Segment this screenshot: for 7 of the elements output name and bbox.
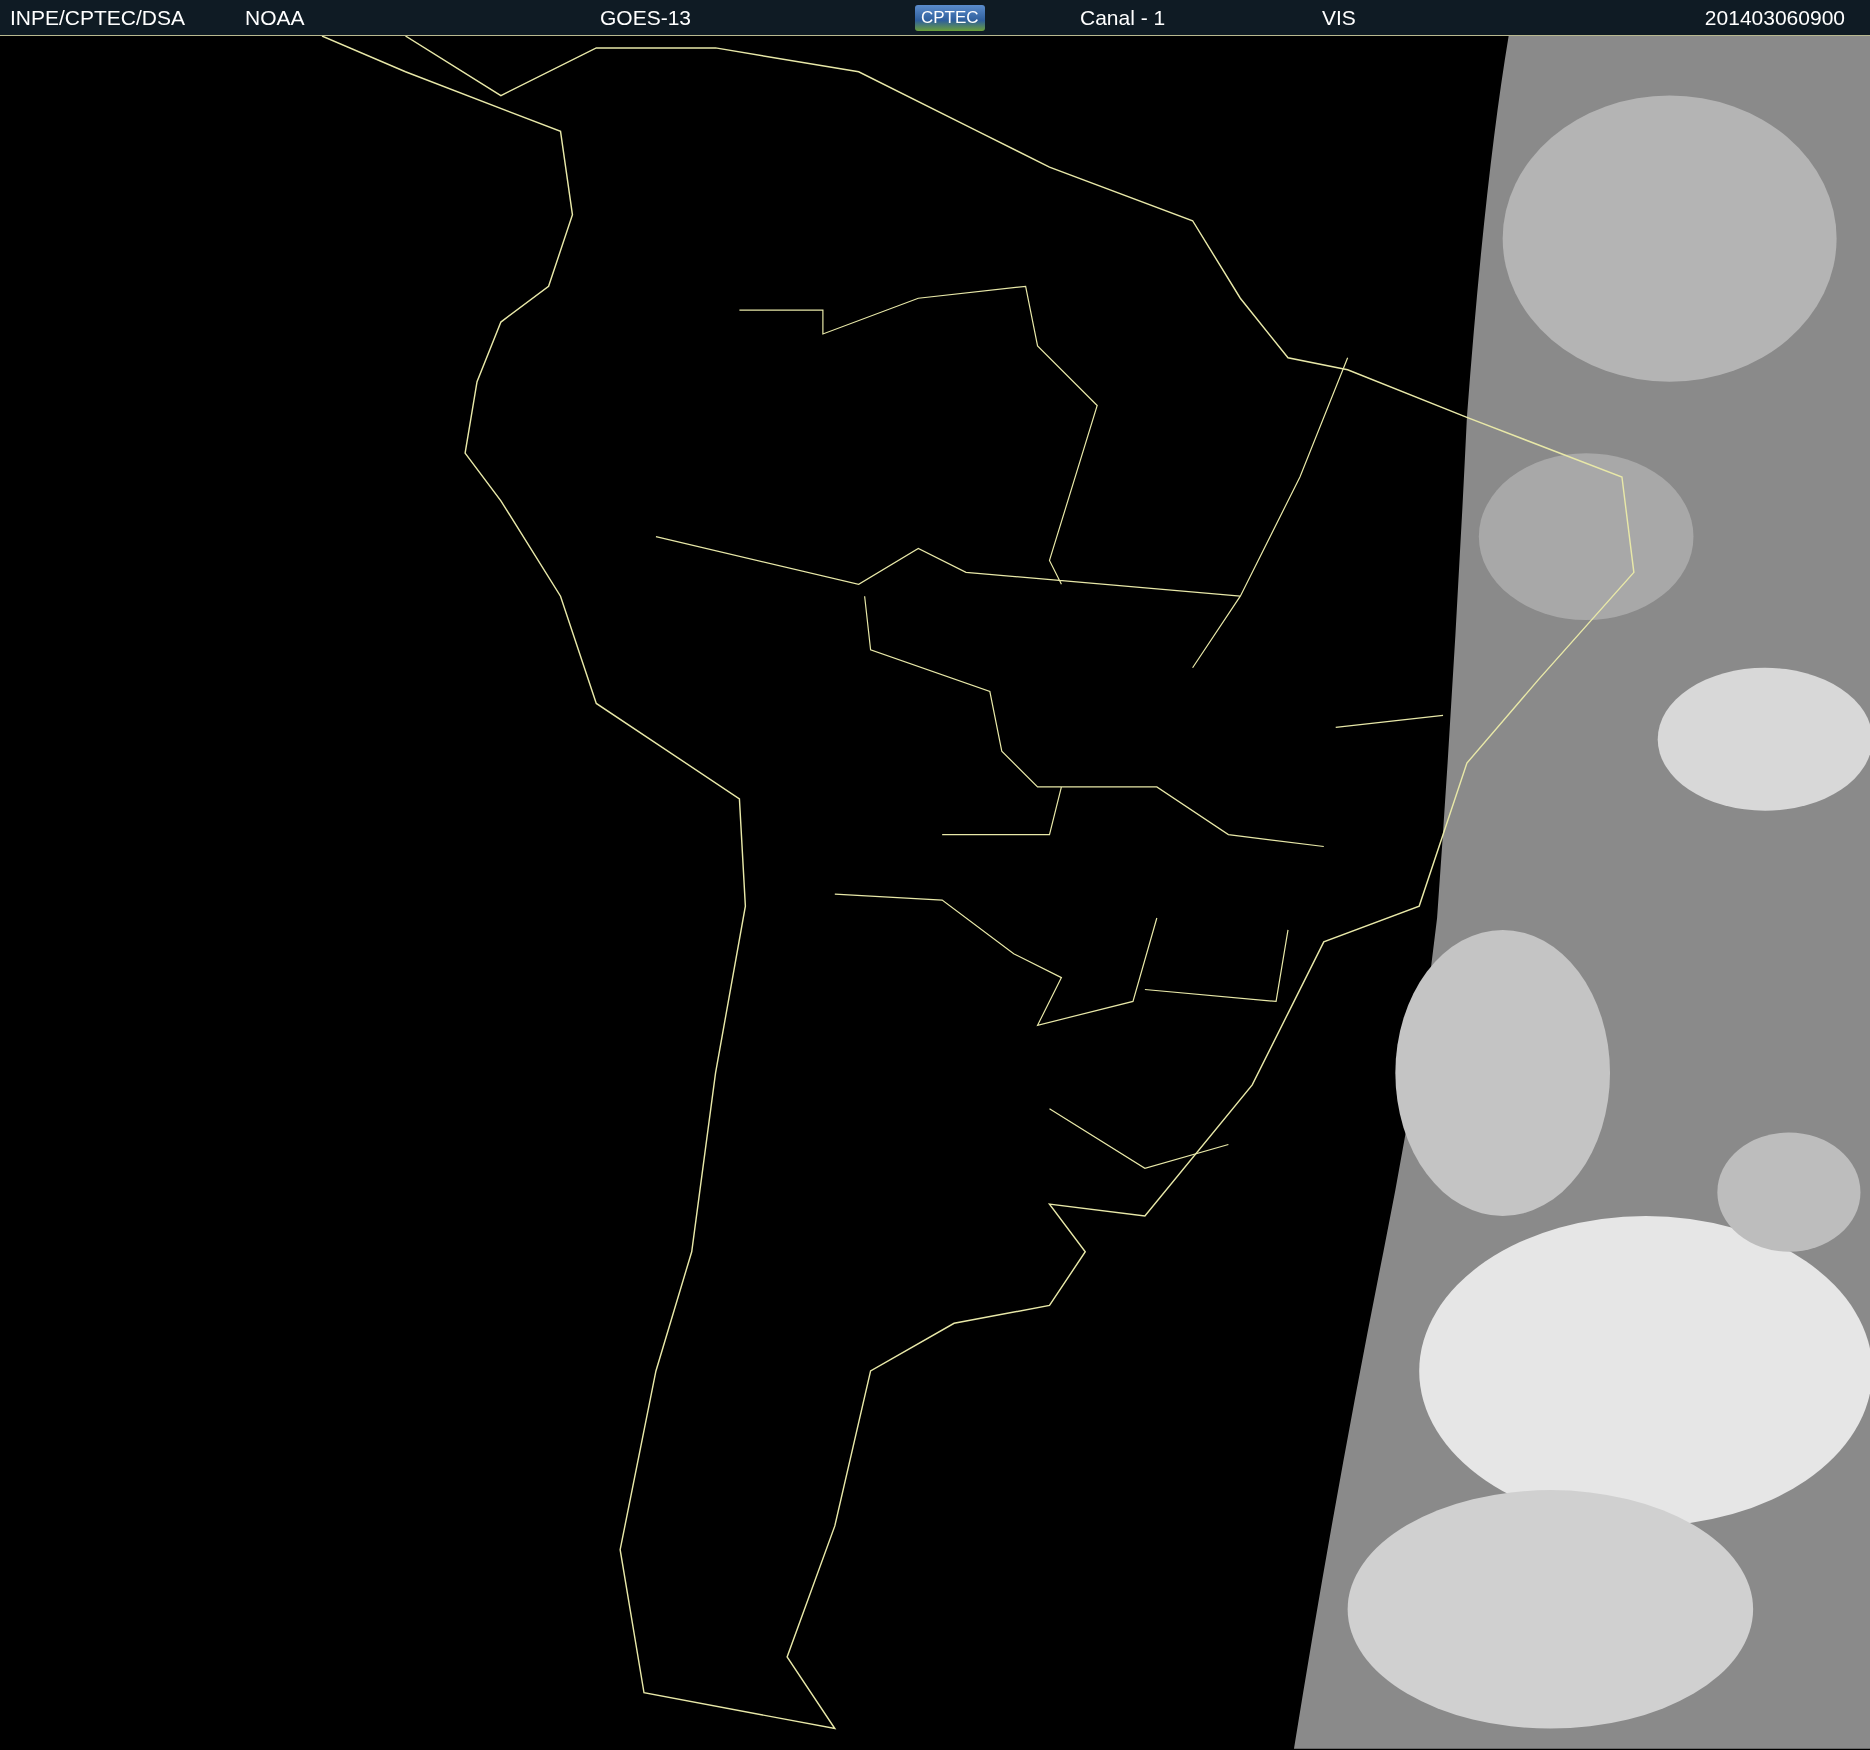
header-label: INPE/CPTEC/DSA [10,5,186,30]
header-label: Canal - 1 [1080,5,1166,30]
timestamp: 201403060900 [1704,5,1845,30]
header-label: GOES-13 [600,5,692,30]
logo: CPTEC [915,4,985,31]
header-label: NOAA [245,5,305,30]
header-label: VIS [1322,5,1356,30]
